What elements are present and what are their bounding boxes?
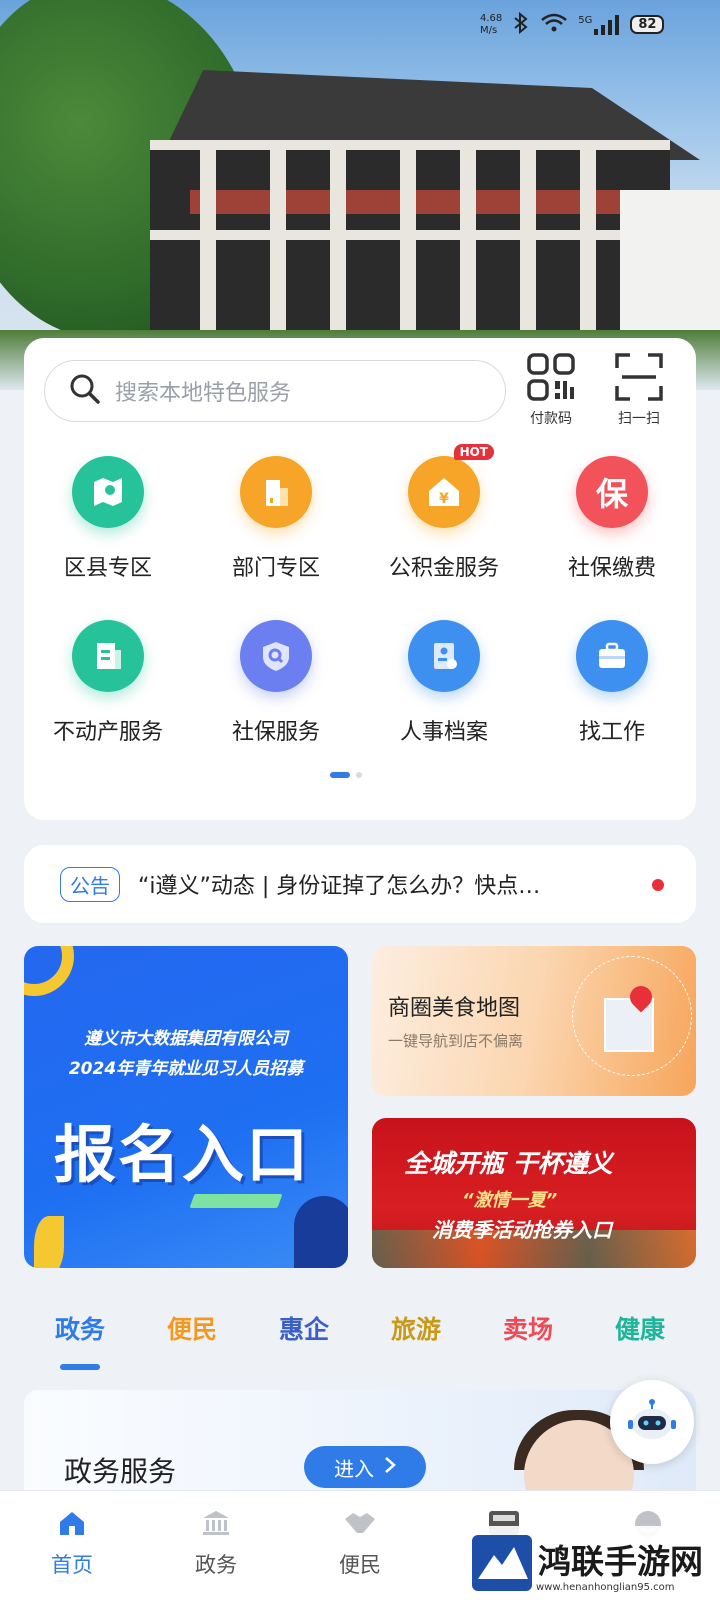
service-label: 社保缴费 [567, 556, 656, 581]
scan-label: 扫一扫 [618, 411, 660, 427]
service-housing-fund[interactable]: ¥ HOT 公积金服务 [360, 444, 528, 582]
hero-wing [620, 190, 720, 340]
tab-government[interactable]: 政务 [24, 1310, 136, 1346]
service-label: 社保服务 [231, 720, 320, 745]
network-type: 5G [578, 14, 593, 26]
watermark-url: www.henanhonglian95.com [536, 1582, 675, 1593]
pay-code-button[interactable]: 付款码 [516, 352, 586, 428]
service-label: 部门专区 [231, 556, 320, 581]
service-social-insurance[interactable]: 社保服务 [192, 620, 360, 746]
service-find-job[interactable]: 找工作 [528, 620, 696, 746]
notice-text: “i遵义”动态 | 身份证掉了怎么办？快点… [138, 874, 541, 899]
search-icon [69, 373, 101, 409]
campaign-banner[interactable]: 全城开瓶 干杯遵义 “激情一夏” 消费季活动抢券入口 [372, 1118, 696, 1268]
food-map-subtitle: 一键导航到店不偏离 [388, 1032, 524, 1050]
service-department[interactable]: 部门专区 [192, 456, 360, 582]
tab-mall[interactable]: 卖场 [472, 1310, 584, 1346]
page-indicator [330, 772, 362, 778]
status-bar: 4.68 M/s 5G 82 [480, 11, 665, 37]
search-placeholder: 搜索本地特色服务 [115, 381, 292, 406]
map-icon [72, 456, 144, 528]
food-map-banner[interactable]: 商圈美食地图 一键导航到店不偏离 [372, 946, 696, 1096]
notice-unread-dot [652, 879, 664, 891]
qr-code-icon [526, 353, 576, 406]
enter-button[interactable]: 进入 [304, 1446, 426, 1488]
enter-label: 进入 [334, 1456, 374, 1481]
recruit-line2: 2024年青年就业见习人员招募 [68, 1059, 304, 1079]
service-label: 区县专区 [63, 556, 152, 581]
wifi-icon [540, 13, 568, 36]
gov-service-title: 政务服务 [64, 1455, 177, 1488]
leaf-illustration [34, 1216, 64, 1268]
bao-glyph: 保 [595, 475, 628, 513]
chevron-right-icon [384, 1455, 396, 1479]
bluetooth-icon [512, 11, 530, 37]
service-card: 搜索本地特色服务 付款码 扫一扫 区县专区 部门专区 ¥ HOT 公积金服务 保… [24, 338, 696, 820]
page-dot-active [330, 772, 350, 778]
network-speed-unit: M/s [480, 24, 498, 36]
service-label: 人事档案 [399, 720, 488, 745]
nav-home[interactable]: 首页 [0, 1509, 144, 1579]
gov-service-card[interactable]: 政务服务 进入 [24, 1390, 696, 1500]
recruit-banner[interactable]: 遵义市大数据集团有限公司 2024年青年就业见习人员招募 报名入口 [24, 946, 348, 1268]
service-personnel-file[interactable]: 人事档案 [360, 620, 528, 746]
person-illustration [294, 1196, 348, 1268]
robot-icon [624, 1392, 680, 1452]
page-dot [356, 772, 362, 778]
hero-banner [0, 0, 720, 390]
service-label: 找工作 [578, 720, 645, 745]
service-real-estate[interactable]: 不动产服务 [24, 620, 192, 746]
hero-building [150, 140, 670, 340]
search-bar[interactable]: 搜索本地特色服务 [44, 360, 506, 422]
nav-convenience-label: 便民 [339, 1553, 381, 1577]
handshake-icon [343, 1513, 377, 1541]
watermark-logo-icon [472, 1535, 532, 1591]
svg-text:¥: ¥ [439, 491, 449, 507]
document-icon [72, 620, 144, 692]
watermark: 鸿联手游网 www.henanhonglian95.com [470, 1526, 720, 1600]
tab-tourism[interactable]: 旅游 [360, 1310, 472, 1346]
service-label: 公积金服务 [388, 556, 499, 581]
nav-home-label: 首页 [51, 1553, 93, 1577]
campaign-line1: 全城开瓶 干杯遵义 [404, 1149, 613, 1178]
scan-button[interactable]: 扫一扫 [604, 352, 674, 428]
nav-government[interactable]: 政务 [144, 1509, 288, 1579]
hot-badge: HOT [453, 444, 494, 460]
service-social-insurance-payment[interactable]: 保 社保缴费 [528, 456, 696, 582]
service-district[interactable]: 区县专区 [24, 456, 192, 582]
briefcase-icon [576, 620, 648, 692]
tab-health[interactable]: 健康 [584, 1310, 696, 1346]
scan-icon [614, 353, 664, 406]
pay-code-label: 付款码 [530, 411, 572, 427]
books-illustration [189, 1194, 283, 1208]
battery-indicator: 82 [630, 15, 665, 34]
signal-icon: 5G [578, 14, 620, 35]
building-icon [240, 456, 312, 528]
recruit-line1: 遵义市大数据集团有限公司 [84, 1029, 288, 1049]
decor-circle [24, 946, 74, 996]
nav-convenience[interactable]: 便民 [288, 1509, 432, 1579]
service-label: 不动产服务 [52, 720, 163, 745]
tab-enterprise[interactable]: 惠企 [248, 1310, 360, 1346]
network-speed: 4.68 [480, 12, 503, 24]
food-map-title: 商圈美食地图 [388, 996, 521, 1021]
robot-assistant-button[interactable] [610, 1380, 694, 1464]
recruit-entry-text: 报名入口 [54, 1118, 311, 1191]
home-icon [57, 1512, 87, 1541]
notice-bar[interactable]: 公告 “i遵义”动态 | 身份证掉了怎么办？快点… [24, 845, 696, 923]
bao-icon: 保 [576, 456, 648, 528]
profile-file-icon [408, 620, 480, 692]
campaign-line2: “激情一夏” [462, 1190, 558, 1211]
shield-search-icon [240, 620, 312, 692]
category-tabs: 政务 便民 惠企 旅游 卖场 健康 [24, 1310, 696, 1370]
watermark-title: 鸿联手游网 [538, 1545, 703, 1581]
house-fund-icon: ¥ HOT [408, 444, 494, 528]
notice-tag: 公告 [60, 866, 120, 902]
tab-active-indicator [60, 1364, 100, 1370]
campaign-line3: 消费季活动抢券入口 [432, 1218, 612, 1242]
tab-convenience[interactable]: 便民 [136, 1310, 248, 1346]
nav-government-label: 政务 [195, 1553, 237, 1577]
government-icon [201, 1511, 231, 1541]
